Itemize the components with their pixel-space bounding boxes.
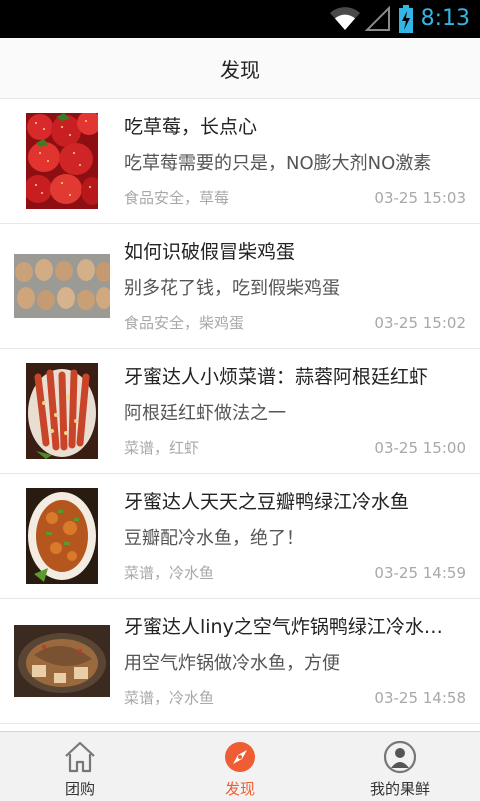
- article-item[interactable]: 牙蜜达人liny之空气炸锅鸭绿江冷水… 用空气炸锅做冷水鱼，方便 菜谱，冷水鱼 …: [0, 599, 480, 724]
- article-thumbnail-box: [14, 613, 110, 709]
- home-icon: [65, 741, 95, 773]
- article-tags: 菜谱，冷水鱼: [124, 689, 215, 707]
- article-thumbnail-box: [14, 488, 110, 584]
- tab-group-buy[interactable]: 团购: [0, 732, 160, 801]
- tab-label: 我的果鲜: [369, 780, 430, 798]
- article-tags: 菜谱，冷水鱼: [124, 564, 215, 582]
- article-tags: 菜谱，红虾: [124, 439, 200, 457]
- article-time: 03-25 15:03: [374, 189, 466, 207]
- article-title: 牙蜜达人小烦菜谱：蒜蓉阿根廷红虾: [124, 366, 429, 388]
- article-item[interactable]: 如何识破假冒柴鸡蛋 别多花了钱，吃到假柴鸡蛋 食品安全，柴鸡蛋 03-25 15…: [0, 224, 480, 349]
- fish-dish-thumbnail: [26, 488, 98, 584]
- page-title: 发现: [220, 57, 260, 82]
- red-shrimp-dish-thumbnail: [26, 363, 98, 459]
- article-description: 阿根廷红虾做法之一: [124, 403, 286, 424]
- article-thumbnail-box: [14, 113, 110, 209]
- wifi-icon: [329, 6, 361, 32]
- article-title: 牙蜜达人liny之空气炸锅鸭绿江冷水…: [124, 616, 443, 638]
- status-icons: 8:13: [329, 0, 480, 38]
- status-bar: 8:13: [0, 0, 480, 38]
- article-time: 03-25 15:00: [374, 439, 466, 457]
- bottom-tab-bar: 团购 发现 我的果鲜: [0, 731, 480, 801]
- article-time: 03-25 14:58: [374, 689, 466, 707]
- air-fried-fish-thumbnail: [14, 625, 110, 697]
- article-item[interactable]: 牙蜜达人天天之豆瓣鸭绿江冷水鱼 豆瓣配冷水鱼，绝了！ 菜谱，冷水鱼 03-25 …: [0, 474, 480, 599]
- signal-icon: [364, 6, 391, 32]
- tab-label: 发现: [224, 780, 255, 798]
- article-time: 03-25 15:02: [374, 314, 466, 332]
- article-tags: 食品安全，草莓: [124, 189, 230, 207]
- tab-discover[interactable]: 发现: [160, 732, 320, 801]
- article-time: 03-25 14:59: [374, 564, 466, 582]
- article-description: 吃草莓需要的只是，NO膨大剂NO激素: [124, 153, 432, 174]
- compass-icon: [225, 742, 255, 772]
- user-icon: [383, 740, 417, 774]
- strawberries-thumbnail: [26, 113, 98, 209]
- article-description: 豆瓣配冷水鱼，绝了！: [124, 528, 304, 549]
- article-tags: 食品安全，柴鸡蛋: [124, 314, 245, 332]
- eggs-thumbnail: [14, 254, 110, 318]
- article-thumbnail-box: [14, 363, 110, 459]
- article-thumbnail-box: [14, 238, 110, 334]
- article-title: 牙蜜达人天天之豆瓣鸭绿江冷水鱼: [124, 491, 410, 513]
- article-item[interactable]: 吃草莓，长点心 吃草莓需要的只是，NO膨大剂NO激素 食品安全，草莓 03-25…: [0, 99, 480, 224]
- battery-charging-icon: [398, 5, 413, 33]
- tab-my-fresh[interactable]: 我的果鲜: [320, 732, 480, 801]
- article-feed[interactable]: 吃草莓，长点心 吃草莓需要的只是，NO膨大剂NO激素 食品安全，草莓 03-25…: [0, 99, 480, 731]
- article-title: 吃草莓，长点心: [124, 116, 258, 138]
- status-time: 8:13: [420, 6, 470, 31]
- article-title: 如何识破假冒柴鸡蛋: [124, 241, 296, 263]
- tab-label: 团购: [64, 780, 95, 798]
- article-description: 别多花了钱，吃到假柴鸡蛋: [124, 278, 340, 299]
- article-item[interactable]: 牙蜜达人小烦菜谱：蒜蓉阿根廷红虾 阿根廷红虾做法之一 菜谱，红虾 03-25 1…: [0, 349, 480, 474]
- article-description: 用空气炸锅做冷水鱼，方便: [124, 653, 340, 674]
- app-header: 发现: [0, 38, 480, 99]
